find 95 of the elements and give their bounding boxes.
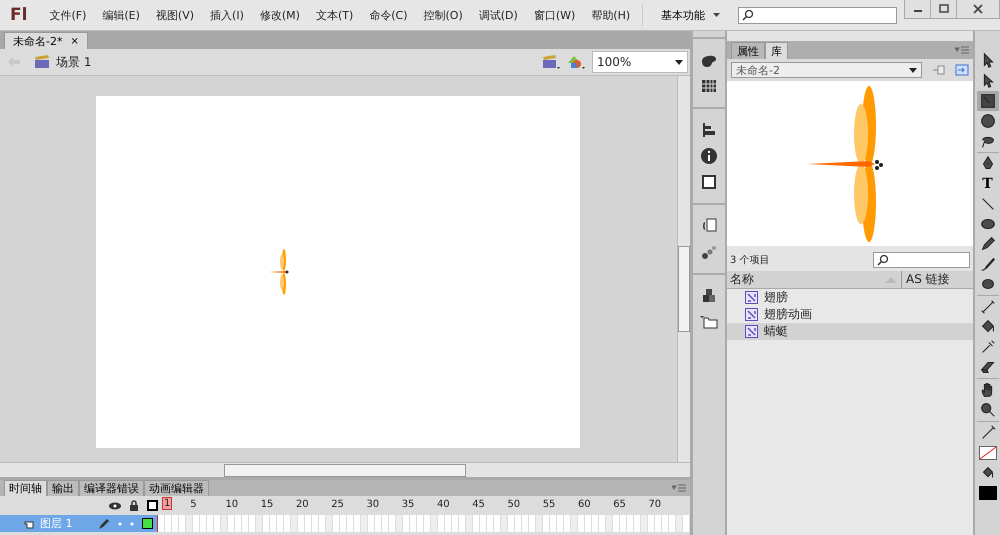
frame-number: 25 [331, 499, 344, 510]
visible-dot-icon [118, 522, 122, 526]
column-header[interactable]: AS 链接 [901, 271, 970, 288]
menu-item[interactable]: 修改(M) [252, 8, 308, 22]
panel-menu-icon[interactable] [955, 46, 969, 54]
search-icon [742, 9, 754, 21]
column-header[interactable]: 名称 [730, 271, 881, 288]
frame-number: 50 [507, 499, 520, 510]
panel-tab[interactable]: 库 [765, 42, 788, 59]
frame-number: 65 [613, 499, 626, 510]
zoom-dropdown[interactable]: 100% [592, 51, 688, 73]
frame-number: 40 [436, 499, 450, 510]
menu-item[interactable]: 窗口(W) [526, 8, 584, 22]
brush-icon [978, 255, 996, 273]
layer-color-icon [142, 518, 153, 529]
frame-number: 5 [190, 499, 197, 510]
transform-tool[interactable] [976, 91, 998, 111]
menu-item[interactable]: 命令(C) [361, 8, 416, 22]
symbol-icon [745, 325, 758, 338]
symbol-icon [745, 291, 758, 304]
info-icon[interactable] [700, 147, 718, 165]
frame-number: 60 [578, 499, 591, 510]
pin-icon[interactable] [932, 64, 946, 76]
panel-tab[interactable]: 时间轴 [4, 480, 47, 496]
menu-item[interactable]: 控制(O) [416, 8, 471, 22]
caret-icon [675, 60, 683, 64]
frame-number: 35 [402, 499, 414, 510]
library-search-field[interactable] [873, 252, 970, 268]
caret-icon [713, 13, 720, 17]
minimize-button[interactable] [905, 0, 931, 18]
search-icon [877, 254, 889, 266]
text-tool[interactable]: T [976, 174, 998, 194]
unlocked-dot-icon [130, 522, 134, 526]
document-tab[interactable]: 未命名-2* × [4, 32, 88, 49]
panel-menu-icon[interactable] [672, 484, 686, 492]
panel-tab[interactable]: 编译器错误 [79, 480, 144, 496]
menu-item[interactable]: 调试(D) [470, 8, 526, 22]
transform-icon [978, 92, 996, 110]
clapper-icon [34, 55, 50, 69]
menu-item[interactable]: 文本(T) [308, 8, 362, 22]
panel-tab[interactable]: 动画编辑器 [144, 480, 209, 496]
folder-icon[interactable] [700, 313, 718, 331]
frame-number: 1 [162, 497, 172, 510]
workspace-dropdown[interactable]: 基本功能 [651, 8, 730, 22]
transform-icon[interactable] [700, 173, 718, 191]
eye-icon[interactable] [109, 502, 121, 510]
align-icon[interactable] [700, 121, 718, 139]
frame-number: 30 [366, 499, 380, 510]
panel-tab[interactable]: 属性 [731, 42, 765, 59]
horizontal-scrollbar[interactable] [0, 462, 690, 477]
edit-symbol-icon[interactable] [566, 54, 586, 70]
frame-number: 45 [472, 499, 485, 510]
library-item[interactable]: 翅膀动画 [727, 306, 973, 323]
frame-number: 15 [260, 499, 274, 510]
nostroke-tool[interactable] [976, 443, 998, 463]
frame-number: 70 [648, 499, 662, 510]
symbol-icon [745, 308, 758, 321]
maximize-icon [938, 4, 948, 14]
frame-number: 20 [296, 499, 309, 510]
grid-icon[interactable] [700, 77, 718, 95]
dots-icon[interactable] [700, 243, 718, 261]
fill-tool[interactable] [976, 483, 998, 503]
bone-icon [978, 298, 996, 316]
menu-item[interactable]: 帮助(H) [583, 8, 638, 22]
app-logo: Fl [9, 5, 28, 25]
panel-tab[interactable]: 输出 [47, 480, 79, 496]
vertical-scrollbar[interactable] [677, 76, 690, 462]
zoom-icon [978, 401, 996, 419]
edit-scene-icon[interactable] [542, 54, 560, 70]
frame-number: 55 [542, 499, 556, 510]
pencil-icon [978, 235, 996, 253]
library-item[interactable]: 翅膀 [727, 289, 973, 306]
maximize-button[interactable] [931, 0, 957, 18]
menu-item[interactable]: 编辑(E) [94, 8, 148, 22]
outline-icon[interactable] [147, 500, 158, 511]
lock-icon[interactable] [129, 500, 139, 511]
fill-color-icon [978, 486, 996, 500]
library-document-dropdown[interactable]: 未命名-2 [731, 62, 922, 78]
item-count: 3 个项目 [730, 254, 770, 267]
cubes-icon[interactable] [700, 287, 718, 305]
new-library-icon[interactable] [955, 64, 969, 76]
menu-item[interactable]: 文件(F) [41, 8, 94, 22]
library-item[interactable]: 蜻蜓 [727, 323, 973, 340]
menu-item[interactable]: 视图(V) [148, 8, 202, 22]
layer-icon [24, 518, 34, 528]
no-color-icon [978, 446, 996, 460]
search-field[interactable] [738, 6, 898, 24]
frame-number: 10 [225, 499, 238, 510]
close-button[interactable] [957, 0, 999, 18]
close-icon [973, 4, 983, 14]
menu-item[interactable]: 插入(I) [202, 8, 252, 22]
pencil-icon [98, 518, 110, 530]
scene-label: 场景 1 [56, 54, 92, 70]
caret-icon [908, 68, 917, 72]
sphere-icon [978, 112, 996, 130]
